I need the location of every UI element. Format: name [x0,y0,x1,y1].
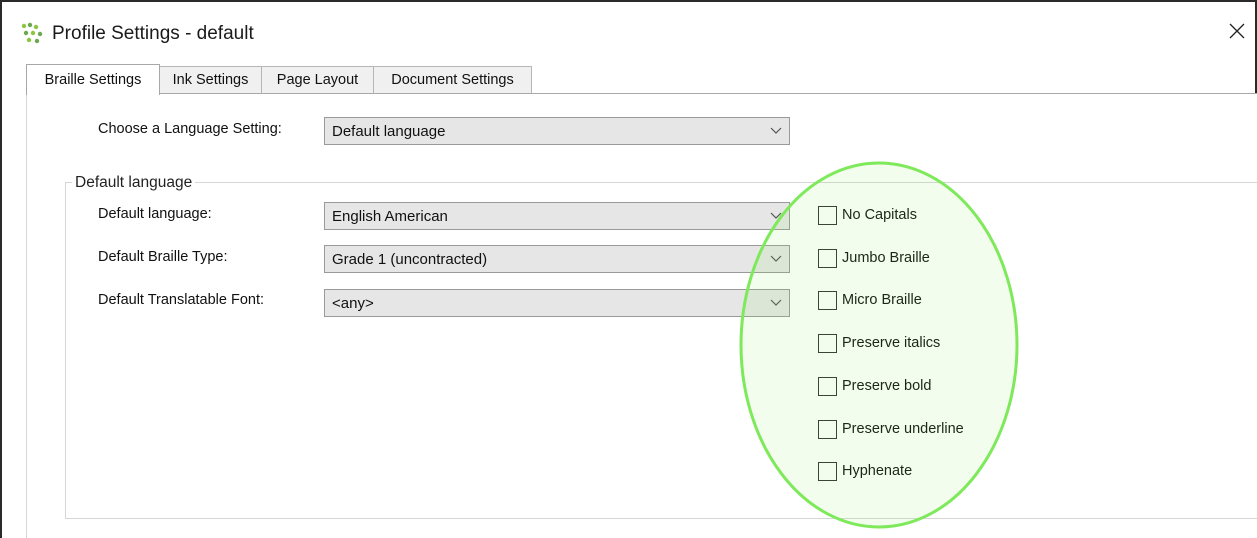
translatable-font-dropdown[interactable]: <any> [324,289,790,317]
default-language-value: English American [332,208,448,225]
tab-label: Document Settings [391,72,514,88]
profile-settings-window: Profile Settings - default Braille Setti… [0,0,1257,538]
chevron-down-icon [770,255,782,262]
app-logo-icon [21,22,43,44]
window-title: Profile Settings - default [52,23,254,44]
tab-page-layout[interactable]: Page Layout [261,66,374,94]
checkbox-box[interactable] [818,377,837,396]
language-setting-label: Choose a Language Setting: [98,121,282,137]
tab-label: Ink Settings [172,72,249,88]
checkbox-box[interactable] [818,291,837,310]
tab-label: Page Layout [276,72,359,88]
default-language-group [65,182,1257,519]
chevron-down-icon [770,127,782,134]
checkbox-box[interactable] [818,462,837,481]
checkbox-label: Preserve underline [842,421,964,437]
checkbox-label: Hyphenate [842,463,913,479]
checkbox-label: Micro Braille [842,292,922,308]
tab-ink-settings[interactable]: Ink Settings [159,66,262,94]
close-button[interactable] [1225,14,1255,50]
tab-braille-settings[interactable]: Braille Settings [26,64,160,95]
braille-type-dropdown[interactable]: Grade 1 (uncontracted) [324,245,790,273]
chevron-down-icon [770,299,782,306]
translatable-font-label: Default Translatable Font: [98,292,265,308]
checkbox-label: No Capitals [842,207,917,223]
braille-type-value: Grade 1 (uncontracted) [332,251,488,268]
checkbox-label: Jumbo Braille [842,250,930,266]
checkbox-label: Preserve bold [842,378,932,394]
checkbox-box[interactable] [818,420,837,439]
default-language-label: Default language: [98,206,212,222]
tab-document-settings[interactable]: Document Settings [373,66,532,94]
translatable-font-value: <any> [332,295,374,312]
title-bar[interactable]: Profile Settings - default [2,2,1255,62]
checkbox-box[interactable] [818,334,837,353]
language-setting-value: Default language [332,123,446,140]
checkbox-label: Preserve italics [842,335,941,351]
default-language-dropdown[interactable]: English American [324,202,790,230]
group-caption: Default language [72,174,196,192]
close-icon [1229,23,1245,39]
chevron-down-icon [770,212,782,219]
tab-label: Braille Settings [44,72,142,88]
braille-type-label: Default Braille Type: [98,249,228,265]
checkbox-box[interactable] [818,249,837,268]
language-setting-dropdown[interactable]: Default language [324,117,790,145]
checkbox-box[interactable] [818,206,837,225]
